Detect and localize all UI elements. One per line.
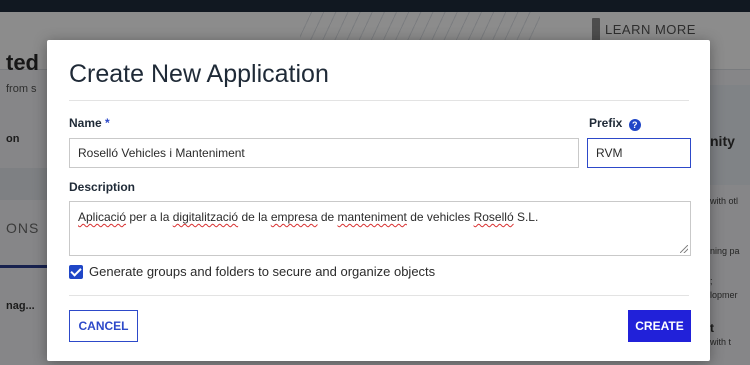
required-asterisk: * bbox=[105, 116, 110, 130]
cancel-button[interactable]: CANCEL bbox=[69, 310, 138, 342]
misspelled-word: manteniment bbox=[337, 210, 407, 224]
dialog-title: Create New Application bbox=[69, 60, 329, 88]
name-label: Name * bbox=[69, 116, 110, 130]
prefix-label: Prefix ? bbox=[589, 116, 641, 131]
description-segment: de bbox=[317, 210, 338, 224]
name-label-text: Name bbox=[69, 116, 102, 130]
misspelled-word: digitalització bbox=[172, 210, 239, 224]
prefix-input[interactable]: RVM bbox=[587, 138, 691, 168]
description-label: Description bbox=[69, 180, 136, 194]
description-text: Aplicació per a la digitalització de la … bbox=[78, 210, 538, 224]
description-segment: de la bbox=[238, 210, 271, 224]
question-circle-icon[interactable]: ? bbox=[628, 119, 641, 131]
description-segment: de vehicles bbox=[406, 210, 474, 224]
description-textarea[interactable]: Aplicació per a la digitalització de la … bbox=[69, 201, 691, 256]
resize-handle-icon[interactable] bbox=[680, 245, 688, 253]
prefix-label-text: Prefix bbox=[589, 116, 623, 130]
divider bbox=[69, 100, 689, 101]
description-segment: S.L. bbox=[513, 210, 539, 224]
misspelled-word: Roselló bbox=[473, 210, 514, 224]
misspelled-word: empresa bbox=[270, 210, 318, 224]
description-segment: per a la bbox=[126, 210, 173, 224]
name-input[interactable]: Roselló Vehicles i Manteniment bbox=[69, 138, 579, 168]
misspelled-word: Aplicació bbox=[78, 210, 127, 224]
generate-groups-checkbox[interactable] bbox=[69, 265, 83, 279]
create-button[interactable]: CREATE bbox=[628, 310, 691, 342]
divider bbox=[69, 295, 689, 296]
create-application-dialog: Create New Application Name * Prefix ? R… bbox=[47, 40, 710, 361]
generate-groups-label[interactable]: Generate groups and folders to secure an… bbox=[89, 264, 435, 279]
